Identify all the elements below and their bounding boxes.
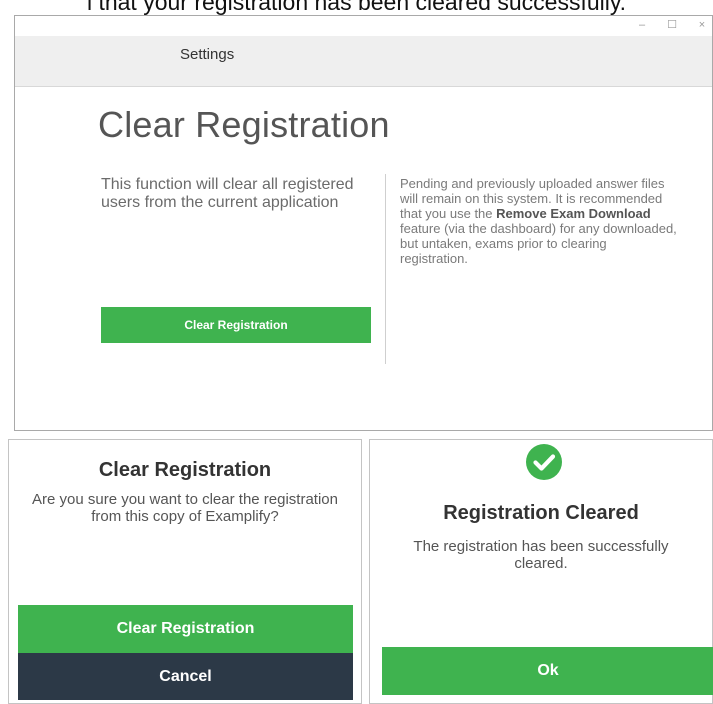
settings-window: – ☐ × Settings Clear Registration This f… xyxy=(14,15,713,431)
success-dialog: Registration Cleared The registration ha… xyxy=(369,439,713,704)
clear-registration-button[interactable]: Clear Registration xyxy=(101,307,371,343)
title-bar: – ☐ × xyxy=(15,16,712,36)
close-icon[interactable]: × xyxy=(696,19,708,31)
maximize-icon[interactable]: ☐ xyxy=(666,19,678,31)
confirm-dialog-title: Clear Registration xyxy=(98,459,272,481)
vertical-divider xyxy=(385,174,386,364)
tab-settings[interactable]: Settings xyxy=(180,36,234,74)
tab-bar: Settings xyxy=(15,36,712,87)
function-description: This function will clear all registered … xyxy=(101,176,354,211)
cancel-button[interactable]: Cancel xyxy=(18,653,353,700)
ok-button[interactable]: Ok xyxy=(382,647,713,695)
success-dialog-title: Registration Cleared xyxy=(443,502,639,524)
confirm-dialog-message: Are you sure you want to clear the regis… xyxy=(32,491,338,525)
recommendation-text-part2: feature (via the dashboard) for any down… xyxy=(400,221,677,266)
remove-exam-download-text: Remove Exam Download xyxy=(496,206,651,221)
recommendation-text: Pending and previously uploaded answer f… xyxy=(400,176,678,266)
window-controls: – ☐ × xyxy=(636,19,708,31)
check-circle-icon xyxy=(526,444,562,480)
page-title: Clear Registration xyxy=(98,104,390,145)
minimize-icon[interactable]: – xyxy=(636,19,648,31)
confirm-dialog: Clear Registration Are you sure you want… xyxy=(8,439,362,704)
success-dialog-message: The registration has been successfully c… xyxy=(413,538,669,572)
confirm-clear-registration-button[interactable]: Clear Registration xyxy=(18,605,353,653)
